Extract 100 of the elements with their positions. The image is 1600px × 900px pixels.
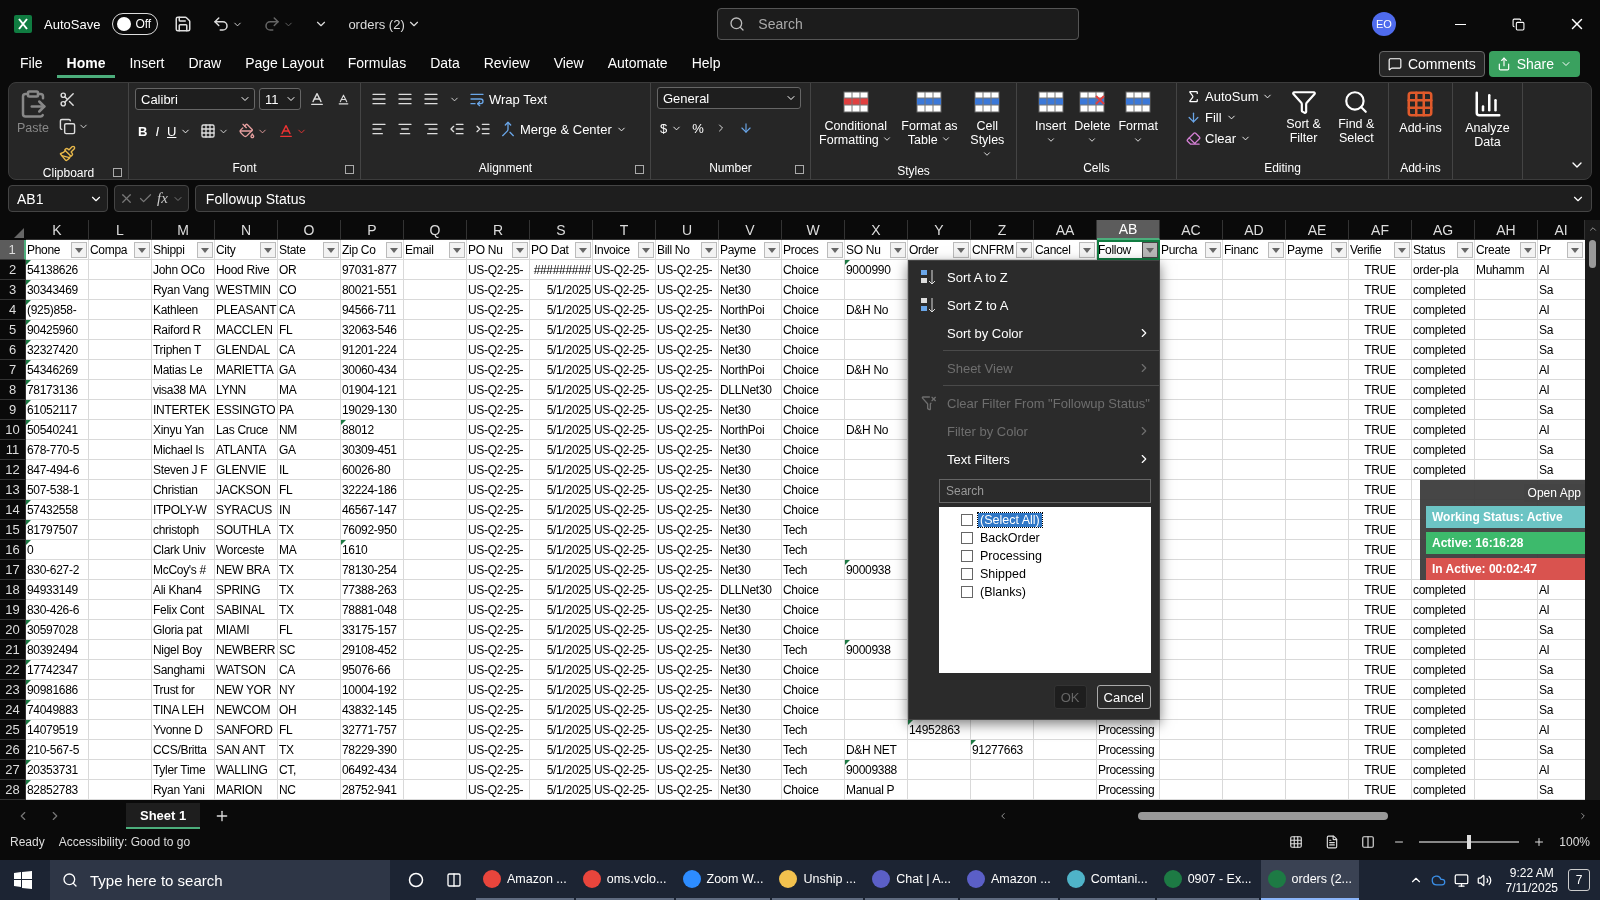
checkbox[interactable] [961, 567, 973, 580]
row-header[interactable]: 27 [0, 760, 26, 780]
column-header[interactable]: R [467, 220, 530, 240]
style-button[interactable]: Format as Table [898, 87, 961, 150]
filter-button[interactable] [1394, 242, 1410, 258]
sheet-tab[interactable]: Sheet 1 [126, 803, 201, 829]
filter-value[interactable]: (Blanks) [978, 584, 1028, 599]
column-header[interactable]: Q [404, 220, 467, 240]
column-header[interactable]: AG [1412, 220, 1475, 240]
column-header[interactable]: P [341, 220, 404, 240]
column-header[interactable]: AF [1349, 220, 1412, 240]
cell-button[interactable]: Delete [1072, 87, 1113, 148]
checkbox[interactable] [961, 585, 973, 598]
filter-button[interactable] [323, 242, 339, 258]
formula-field[interactable]: Followup Status [194, 185, 1592, 212]
add-ins-button[interactable]: Add-ins [1397, 87, 1444, 138]
row-header[interactable]: 10 [0, 420, 26, 440]
search-field[interactable]: Search [717, 8, 1080, 40]
column-header[interactable]: AD [1223, 220, 1286, 240]
column-header[interactable]: Y [908, 220, 971, 240]
row-header[interactable]: 6 [0, 340, 26, 360]
filter-button[interactable] [575, 242, 591, 258]
taskbar-app[interactable]: orders (2... [1260, 860, 1360, 900]
checkbox[interactable] [961, 549, 973, 562]
column-header[interactable]: AI [1538, 220, 1585, 240]
column-header[interactable]: AB [1097, 220, 1160, 240]
number-format-field[interactable]: General [657, 87, 801, 109]
filter-button[interactable] [1520, 242, 1536, 258]
menu-tab[interactable]: Page Layout [235, 50, 334, 78]
filter-button[interactable] [1205, 242, 1221, 258]
filter-button[interactable] [827, 242, 843, 258]
filter-button[interactable] [1331, 242, 1347, 258]
column-header[interactable]: O [278, 220, 341, 240]
scroll-thumb[interactable] [1138, 812, 1388, 820]
menu-item[interactable]: Text Filters [909, 445, 1159, 473]
checkbox[interactable] [961, 531, 973, 544]
menu-item[interactable]: Sort A to Z [909, 263, 1159, 291]
filter-button[interactable] [1268, 242, 1284, 258]
row-header[interactable]: 9 [0, 400, 26, 420]
filter-button[interactable] [701, 242, 717, 258]
row-header[interactable]: 14 [0, 500, 26, 520]
menu-tab[interactable]: Help [681, 50, 731, 78]
filter-button[interactable] [1567, 242, 1583, 258]
column-header[interactable]: AE [1286, 220, 1349, 240]
filter-value[interactable]: Processing [978, 548, 1044, 563]
taskbar-app[interactable]: Amazon ... [959, 860, 1058, 900]
find-select-button[interactable]: Find & Select [1330, 87, 1382, 148]
vertical-scrollbar[interactable] [1585, 220, 1600, 800]
row-header[interactable]: 19 [0, 600, 26, 620]
menu-item[interactable]: Sort by Color [909, 319, 1159, 347]
taskbar-app[interactable]: Amazon ... [476, 860, 574, 900]
percent-button[interactable]: % [689, 118, 707, 138]
row-header[interactable]: 15 [0, 520, 26, 540]
filter-button[interactable] [449, 242, 465, 258]
column-header[interactable]: W [782, 220, 845, 240]
row-header[interactable]: 23 [0, 680, 26, 700]
scroll-thumb[interactable] [1589, 240, 1596, 268]
taskbar-app[interactable]: Chat | A... [865, 860, 958, 900]
avatar[interactable]: EO [1372, 12, 1396, 36]
row-header[interactable]: 1 [0, 240, 26, 260]
row-header[interactable]: 20 [0, 620, 26, 640]
menu-tab[interactable]: Draw [178, 50, 232, 78]
filter-button[interactable] [1079, 242, 1095, 258]
menu-tab[interactable]: Data [420, 50, 470, 78]
filter-button[interactable] [1142, 242, 1158, 258]
column-header[interactable]: S [530, 220, 593, 240]
filter-value[interactable]: (Select All) [978, 512, 1042, 527]
row-header[interactable]: 22 [0, 660, 26, 680]
row-header[interactable]: 24 [0, 700, 26, 720]
filter-button[interactable] [512, 242, 528, 258]
dialog-launcher-icon[interactable] [795, 165, 804, 174]
zoom-thumb[interactable] [1467, 835, 1472, 849]
column-header[interactable]: AC [1160, 220, 1223, 240]
cell-button[interactable]: Insert [1033, 87, 1069, 148]
row-header[interactable]: 25 [0, 720, 26, 740]
row-header[interactable]: 21 [0, 640, 26, 660]
filter-button[interactable] [386, 242, 402, 258]
autosum-button[interactable]: AutoSum [1183, 87, 1277, 106]
italic-button[interactable]: I [152, 121, 162, 141]
dialog-launcher-icon[interactable] [635, 165, 644, 174]
filter-button[interactable] [197, 242, 213, 258]
taskbar-app[interactable]: oms.vclo... [575, 860, 674, 900]
filter-button[interactable] [764, 242, 780, 258]
menu-tab[interactable]: View [543, 50, 594, 78]
column-header[interactable]: U [656, 220, 719, 240]
name-box[interactable]: AB1 [8, 185, 108, 212]
column-header[interactable]: V [719, 220, 782, 240]
dialog-launcher-icon[interactable] [113, 168, 122, 177]
column-header[interactable]: AH [1475, 220, 1538, 240]
wrap-text-button[interactable]: Wrap Text [466, 89, 551, 109]
bold-button[interactable]: B [135, 121, 151, 141]
row-header[interactable]: 4 [0, 300, 26, 320]
menu-tab[interactable]: File [10, 50, 53, 78]
taskbar-search-field[interactable]: Type here to search [50, 860, 390, 900]
fill-button[interactable]: Fill [1183, 108, 1277, 127]
circle-icon[interactable] [408, 872, 424, 888]
filter-value[interactable]: BackOrder [978, 530, 1042, 545]
filter-button[interactable] [890, 242, 906, 258]
font-size-field[interactable]: 11 [259, 88, 301, 110]
underline-button[interactable]: U [164, 121, 195, 141]
